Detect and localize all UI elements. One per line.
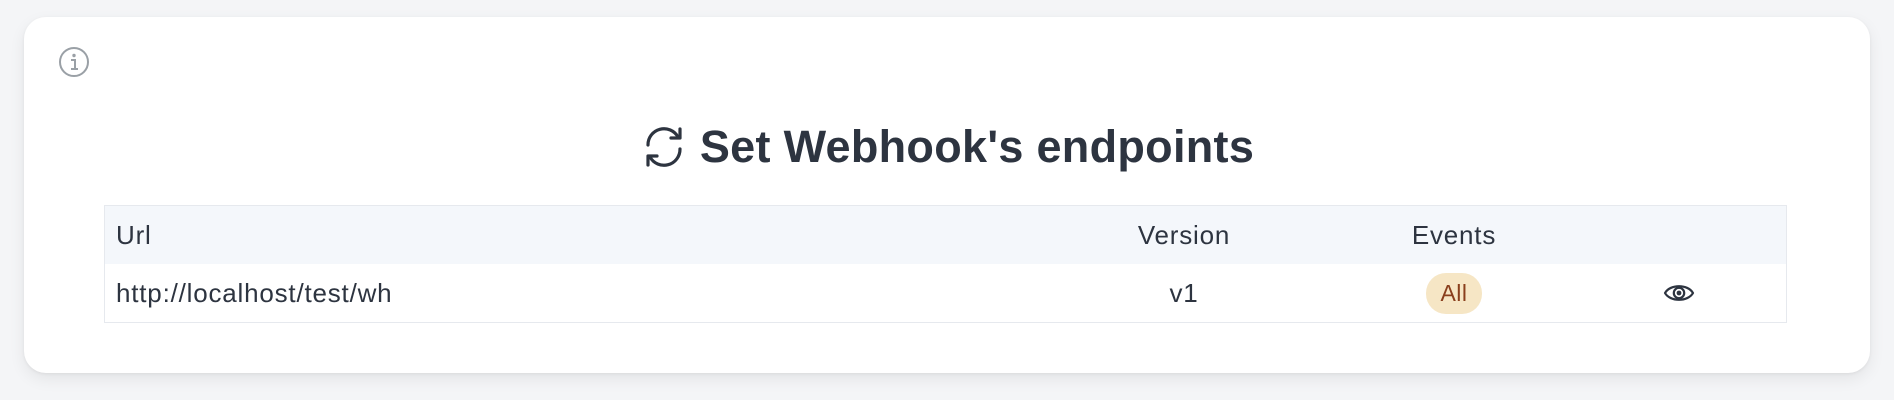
endpoint-events: All [1289,272,1619,314]
column-header-version: Version [1137,219,1231,250]
page-title-row: Set Webhook's endpoints [24,117,1870,177]
webhook-endpoints-card: Set Webhook's endpoints Url Version Even… [24,17,1870,373]
column-header-events: Events [1411,219,1497,250]
webhook-endpoints-table: Url Version Events http://localhost/test… [104,205,1787,323]
page-title: Set Webhook's endpoints [699,121,1255,172]
endpoint-url: http://localhost/test/wh [116,277,393,308]
events-badge: All [1426,272,1482,314]
refresh-icon [646,127,682,167]
table-row: http://localhost/test/wh v1 All [105,264,1786,322]
endpoint-version: v1 [1169,277,1199,308]
table-header-row: Url Version Events [105,206,1786,264]
column-header-url: Url [116,219,152,250]
eye-icon[interactable] [1663,281,1695,305]
row-actions [1619,281,1739,305]
info-icon[interactable] [58,46,90,78]
